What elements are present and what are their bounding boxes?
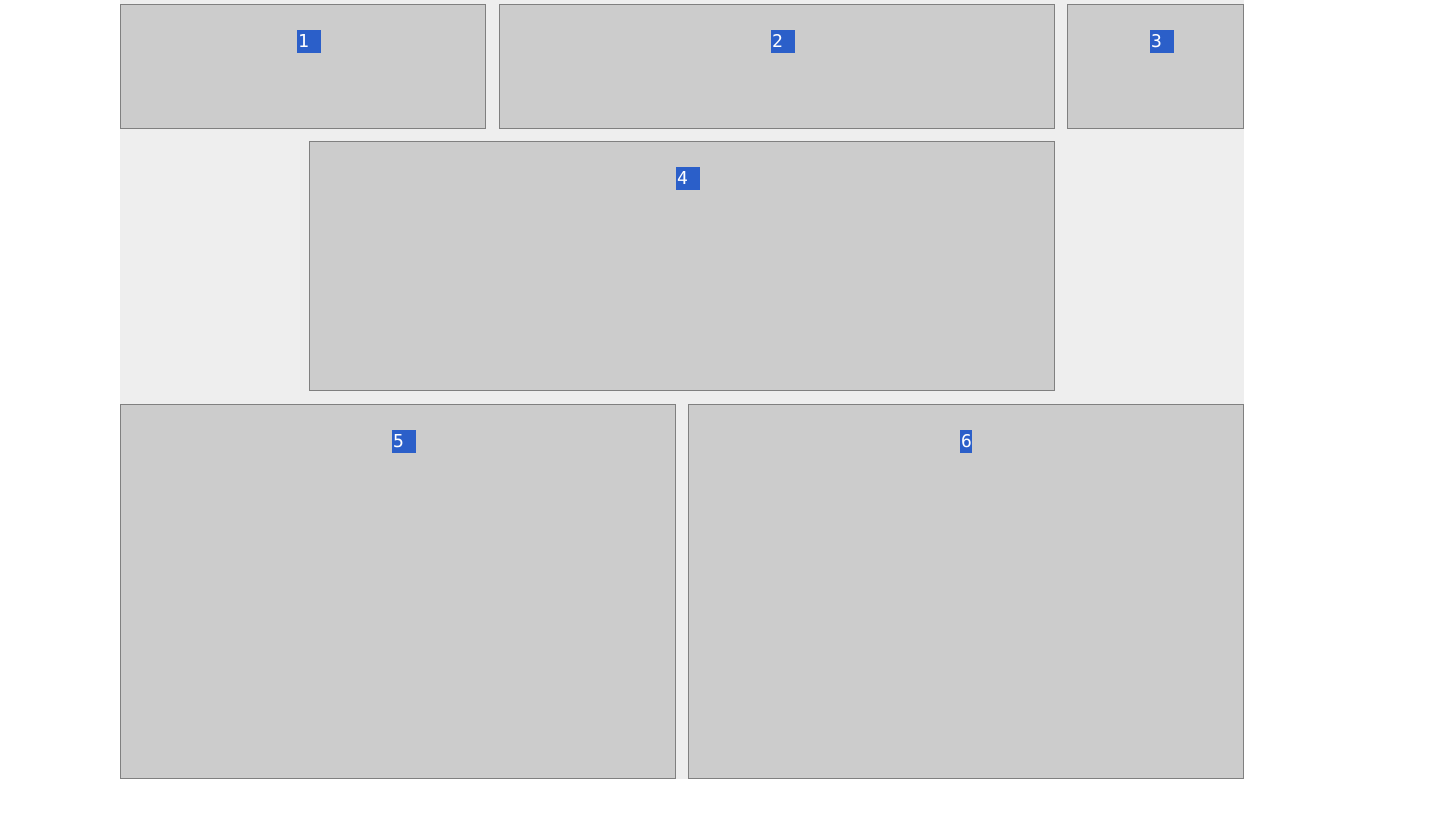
- grid-item-number-label: 5: [392, 430, 416, 453]
- grid-item-number-label: 6: [960, 430, 972, 453]
- grid-container: 1 2 3 4 5 6: [120, 0, 1244, 779]
- grid-item-4: 4: [309, 141, 1055, 391]
- grid-item-number-label: 3: [1150, 30, 1174, 53]
- grid-item-number-label: 1: [297, 30, 321, 53]
- grid-item-number-label: 4: [676, 167, 700, 190]
- grid-item-3: 3: [1067, 4, 1244, 129]
- grid-item-1: 1: [120, 4, 486, 129]
- grid-item-5: 5: [120, 404, 676, 779]
- grid-item-6: 6: [688, 404, 1244, 779]
- grid-item-number-label: 2: [771, 30, 795, 53]
- grid-item-2: 2: [499, 4, 1055, 129]
